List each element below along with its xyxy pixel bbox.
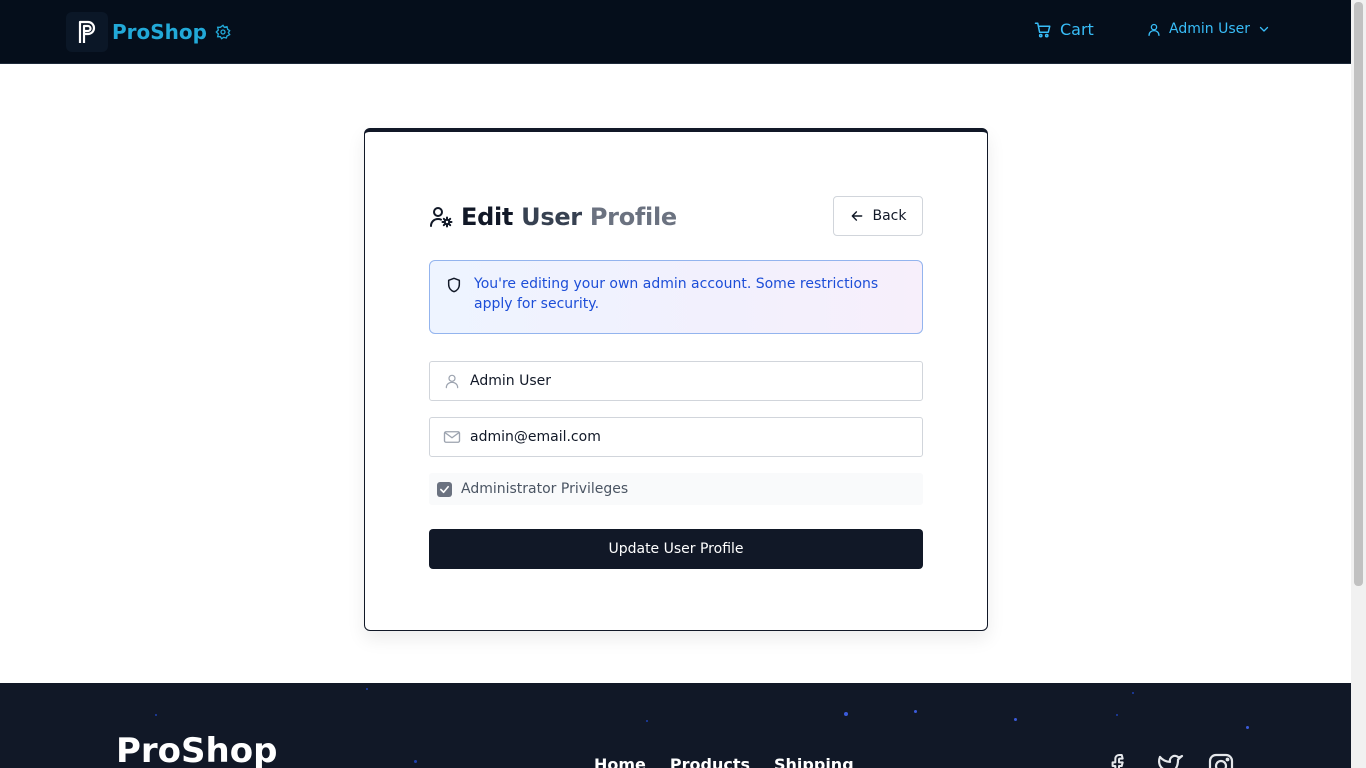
instagram-icon[interactable]: [1208, 753, 1234, 768]
back-button-label: Back: [872, 208, 907, 224]
star-dot: [414, 760, 417, 763]
star-dot: [155, 714, 157, 716]
footer-brand: ProShop: [116, 731, 278, 768]
brand-name: ProShop: [112, 20, 207, 44]
footer-link-home[interactable]: Home: [594, 755, 646, 768]
title-word-edit: Edit: [461, 203, 514, 231]
site-footer: ProShop Home Products Shipping: [0, 683, 1351, 768]
email-field[interactable]: [429, 417, 923, 457]
cart-icon: [1034, 21, 1052, 39]
cart-label: Cart: [1060, 20, 1094, 39]
chevron-down-icon: [1258, 23, 1270, 35]
admin-privileges-row: Administrator Privileges: [429, 473, 923, 505]
user-menu-label: Admin User: [1169, 21, 1250, 37]
alert-text: You're editing your own admin account. S…: [474, 276, 879, 312]
user-icon: [1147, 22, 1161, 37]
email-input[interactable]: [470, 429, 910, 445]
admin-privileges-label: Administrator Privileges: [461, 481, 629, 497]
user-gear-icon: [429, 205, 453, 229]
star-dot: [1014, 718, 1017, 721]
back-button[interactable]: Back: [833, 196, 923, 236]
user-icon: [442, 372, 462, 390]
top-navbar: ProShop Cart Admin User: [0, 0, 1351, 64]
brand-link[interactable]: ProShop: [66, 12, 231, 52]
star-dot: [914, 710, 917, 713]
name-field[interactable]: [429, 361, 923, 401]
p-logo-icon: [66, 12, 108, 52]
star-dot: [844, 712, 848, 716]
scrollbar-thumb[interactable]: [1354, 2, 1363, 586]
page-title: Edit User Profile: [461, 203, 677, 231]
edit-user-card: Edit User Profile Back You're editing yo…: [364, 128, 988, 631]
title-word-profile: Profile: [589, 203, 677, 231]
cart-link[interactable]: Cart: [1034, 20, 1094, 39]
shield-icon: [446, 277, 462, 297]
footer-nav: Home Products Shipping: [594, 755, 878, 768]
footer-link-shipping[interactable]: Shipping: [774, 755, 854, 768]
mail-icon: [442, 429, 462, 445]
admin-warning-alert: You're editing your own admin account. S…: [429, 260, 923, 334]
card-header: Edit User Profile Back: [429, 196, 923, 236]
footer-link-products[interactable]: Products: [670, 755, 750, 768]
title-word-user: User: [521, 203, 582, 231]
star-dot: [1116, 714, 1118, 716]
facebook-icon[interactable]: [1108, 753, 1130, 768]
user-menu[interactable]: Admin User: [1147, 21, 1270, 37]
admin-privileges-checkbox[interactable]: [437, 481, 452, 497]
page-title-wrap: Edit User Profile: [429, 203, 677, 231]
page-scrollbar[interactable]: [1351, 0, 1366, 768]
star-dot: [1132, 692, 1134, 694]
star-dot: [1246, 726, 1249, 729]
star-dot: [646, 720, 648, 722]
twitter-icon[interactable]: [1156, 753, 1184, 768]
update-profile-button[interactable]: Update User Profile: [429, 529, 923, 569]
star-dot: [366, 688, 368, 690]
name-input[interactable]: [470, 373, 910, 389]
arrow-left-icon: [850, 209, 864, 223]
gear-icon: [215, 24, 231, 40]
